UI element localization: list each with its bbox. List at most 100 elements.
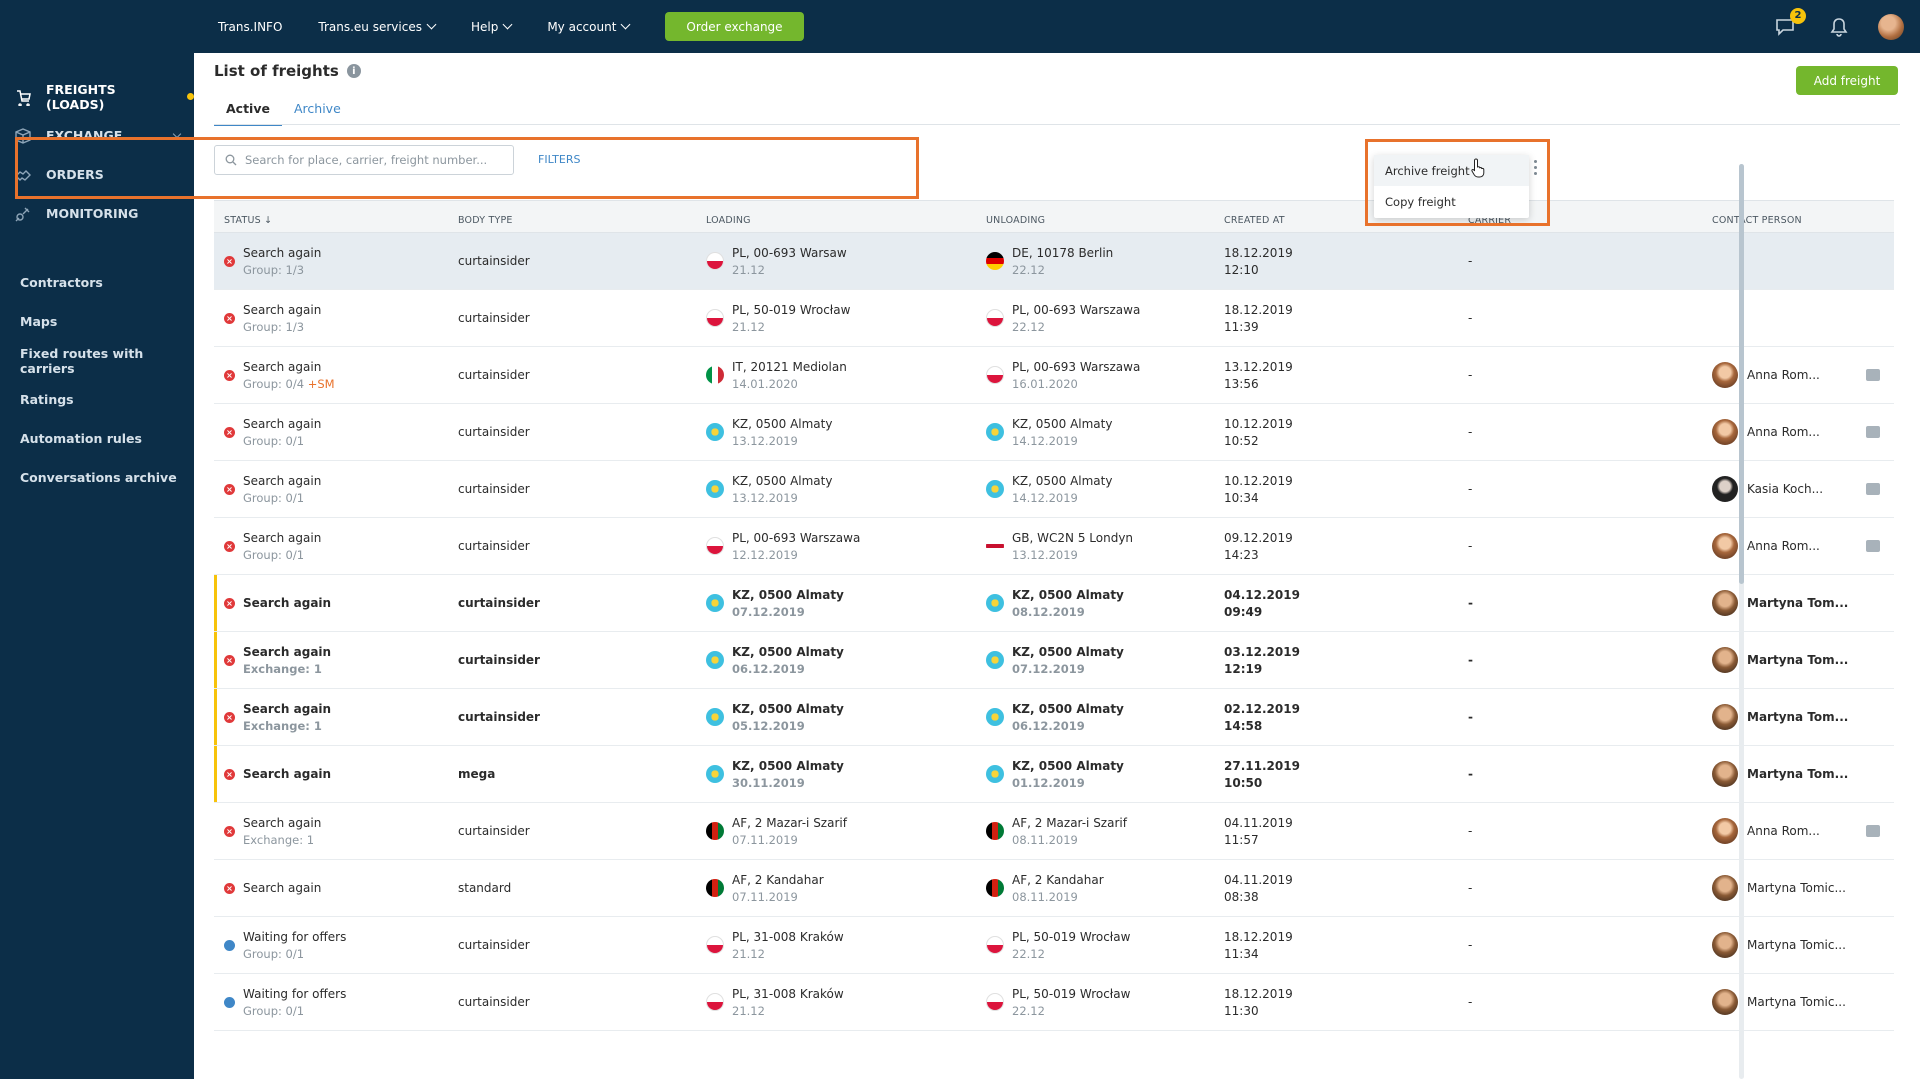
avatar xyxy=(1712,590,1738,616)
loading-place: PL, 50-019 Wrocław xyxy=(732,302,851,317)
archive-freight-option[interactable]: Archive freight xyxy=(1374,155,1529,186)
table-row[interactable]: × Search again Group: 0/1 curtainsider K… xyxy=(214,404,1894,461)
loading-date: 21.12 xyxy=(732,1003,765,1018)
info-icon[interactable]: i xyxy=(346,64,361,78)
order-exchange-button[interactable]: Order exchange xyxy=(665,12,804,41)
header-status[interactable]: STATUS ↓ xyxy=(214,215,458,232)
sidebar-item-conversations-archive[interactable]: Conversations archive xyxy=(0,458,194,497)
sidebar-item-ratings[interactable]: Ratings xyxy=(0,380,194,419)
header-body-type: BODY TYPE xyxy=(458,215,513,226)
status-cell: × Search again Group: 0/4 +SM xyxy=(214,360,458,391)
nav-transeu-label: Trans.eu services xyxy=(318,19,422,34)
sidebar-item-monitoring[interactable]: MONITORING xyxy=(0,194,194,233)
nav-transeu-services[interactable]: Trans.eu services xyxy=(318,19,437,34)
chat-button[interactable]: 2 xyxy=(1770,7,1806,42)
sidebar-item-exchange[interactable]: EXCHANGE xyxy=(0,116,194,155)
loading-cell: PL, 00-693 Warsaw 21.12 xyxy=(700,246,980,277)
user-avatar[interactable] xyxy=(1878,13,1904,40)
unread-bar xyxy=(214,632,217,688)
sidebar-item-label: EXCHANGE xyxy=(46,128,123,143)
flag-icon xyxy=(986,765,1004,783)
table-row[interactable]: × Search again Group: 1/3 curtainsider P… xyxy=(214,233,1894,290)
table-row[interactable]: × Search again Exchange: 1 curtainsider … xyxy=(214,803,1894,860)
loading-cell: IT, 20121 Mediolan 14.01.2020 xyxy=(700,360,980,391)
error-icon: × xyxy=(224,597,235,609)
chevron-down-icon xyxy=(502,19,513,30)
status-label: Search again xyxy=(243,815,322,830)
status-group-label: Group: 0/1 xyxy=(243,1003,305,1018)
loading-cell: KZ, 0500 Almaty 13.12.2019 xyxy=(700,417,980,448)
message-icon[interactable] xyxy=(1866,369,1880,381)
contact-name: Anna Rom... xyxy=(1747,824,1820,838)
body-type-cell: curtainsider xyxy=(458,539,530,553)
status-text: Search again Group: 0/1 xyxy=(243,474,321,505)
body-type-cell: curtainsider xyxy=(458,824,530,838)
unloading-place: DE, 10178 Berlin xyxy=(1012,245,1114,260)
message-icon[interactable] xyxy=(1866,426,1880,438)
nav-transinfo[interactable]: Trans.INFO xyxy=(218,20,282,34)
created-time: 11:30 xyxy=(1224,1003,1259,1018)
sidebar-item-orders[interactable]: ORDERS xyxy=(0,155,194,194)
carrier-cell: - xyxy=(1468,425,1473,439)
table-row[interactable]: × Search again standard AF, 2 Kandahar 07… xyxy=(214,860,1894,917)
copy-freight-option[interactable]: Copy freight xyxy=(1374,186,1529,217)
loading-date: 06.12.2019 xyxy=(732,661,805,676)
tabs: Active Archive xyxy=(214,101,353,126)
flag-icon xyxy=(706,651,724,669)
scrollbar[interactable] xyxy=(1739,164,1744,1079)
status-group: Group: 0/1 xyxy=(243,947,346,961)
table-row[interactable]: × Search again Group: 1/3 curtainsider P… xyxy=(214,290,1894,347)
status-text: Search again xyxy=(243,767,331,781)
nav-help[interactable]: Help xyxy=(471,19,513,34)
unloading-cell: KZ, 0500 Almaty 14.12.2019 xyxy=(980,474,1224,505)
table-row[interactable]: × Search again curtainsider KZ, 0500 Alm… xyxy=(214,575,1894,632)
filters-link[interactable]: FILTERS xyxy=(538,153,580,166)
avatar xyxy=(1712,875,1738,901)
message-icon[interactable] xyxy=(1866,825,1880,837)
search-field[interactable] xyxy=(214,145,514,175)
sidebar-item-maps[interactable]: Maps xyxy=(0,302,194,341)
table-row[interactable]: × Search again Exchange: 1 curtainsider … xyxy=(214,632,1894,689)
table-row[interactable]: × Search again mega KZ, 0500 Almaty 30.11… xyxy=(214,746,1894,803)
tab-archive[interactable]: Archive xyxy=(282,101,353,126)
created-date: 04.12.2019 xyxy=(1224,587,1300,602)
more-options-icon[interactable] xyxy=(1534,160,1538,175)
created-time: 09:49 xyxy=(1224,604,1263,619)
search-input[interactable] xyxy=(245,153,505,167)
nav-my-account[interactable]: My account xyxy=(547,20,631,34)
status-text: Search again Group: 1/3 xyxy=(243,303,321,334)
unloading-date: 06.12.2019 xyxy=(1012,718,1085,733)
created-date: 18.12.2019 xyxy=(1224,245,1293,260)
status-text: Waiting for offers Group: 0/1 xyxy=(243,987,346,1018)
table-row[interactable]: Waiting for offers Group: 0/1 curtainsid… xyxy=(214,974,1894,1031)
sidebar-item-freights[interactable]: FREIGHTS (LOADS) xyxy=(0,77,194,116)
table-row[interactable]: × Search again Group: 0/4 +SM curtainsid… xyxy=(214,347,1894,404)
created-cell: 13.12.2019 13:56 xyxy=(1224,360,1468,391)
flag-icon xyxy=(706,936,724,954)
error-icon: × xyxy=(224,312,235,324)
table-row[interactable]: × Search again Group: 0/1 curtainsider P… xyxy=(214,518,1894,575)
table-row[interactable]: × Search again Group: 0/1 curtainsider K… xyxy=(214,461,1894,518)
scroll-thumb[interactable] xyxy=(1739,164,1744,584)
loading-place: IT, 20121 Mediolan xyxy=(732,359,847,374)
body-type-cell: standard xyxy=(458,881,512,895)
loading-date: 12.12.2019 xyxy=(732,547,798,562)
tab-active[interactable]: Active xyxy=(214,101,282,126)
sidebar-item-fixed-routes[interactable]: Fixed routes with carriers xyxy=(0,341,194,380)
created-date: 13.12.2019 xyxy=(1224,359,1293,374)
flag-icon xyxy=(706,252,724,270)
message-icon[interactable] xyxy=(1866,540,1880,552)
flag-icon xyxy=(706,822,724,840)
table-row[interactable]: Waiting for offers Group: 0/1 curtainsid… xyxy=(214,917,1894,974)
message-icon[interactable] xyxy=(1866,483,1880,495)
sidebar-item-contractors[interactable]: Contractors xyxy=(0,263,194,302)
created-date: 10.12.2019 xyxy=(1224,416,1293,431)
loading-cell: KZ, 0500 Almaty 05.12.2019 xyxy=(700,702,980,733)
table-row[interactable]: × Search again Exchange: 1 curtainsider … xyxy=(214,689,1894,746)
add-freight-button[interactable]: Add freight xyxy=(1796,66,1898,95)
created-time: 10:52 xyxy=(1224,433,1259,448)
notifications-button[interactable] xyxy=(1824,12,1854,42)
body-type-cell: curtainsider xyxy=(458,482,530,496)
sidebar-item-automation-rules[interactable]: Automation rules xyxy=(0,419,194,458)
status-group-label: Group: 0/1 xyxy=(243,433,305,448)
